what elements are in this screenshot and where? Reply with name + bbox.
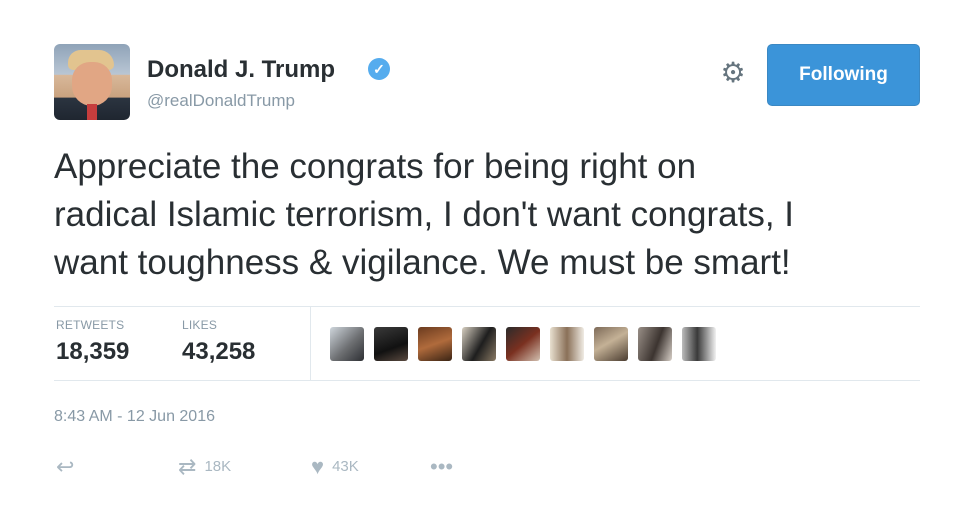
heart-icon: ♥ xyxy=(311,454,325,480)
gear-icon[interactable]: ⚙ xyxy=(718,58,748,88)
tweet-text-line: radical Islamic terrorism, I don't want … xyxy=(54,195,794,234)
reply-icon: ↩ xyxy=(56,454,75,480)
liker-avatar[interactable] xyxy=(594,327,628,361)
more-icon: ••• xyxy=(430,454,454,480)
liker-avatar[interactable] xyxy=(418,327,452,361)
likes-count: 43,258 xyxy=(182,338,256,365)
retweets-count: 18,359 xyxy=(56,338,130,365)
liker-avatar[interactable] xyxy=(506,327,540,361)
liker-avatar[interactable] xyxy=(374,327,408,361)
liker-avatar[interactable] xyxy=(638,327,672,361)
like-button[interactable]: ♥ 43K xyxy=(311,454,359,480)
retweet-count: 18K xyxy=(204,458,232,476)
verified-icon: ✓ xyxy=(368,58,390,80)
divider xyxy=(54,380,920,381)
tweet-text-line: Appreciate the congrats for being right … xyxy=(54,147,697,186)
liker-avatar[interactable] xyxy=(550,327,584,361)
retweets-label: RETWEETS xyxy=(56,318,125,332)
tweet-timestamp[interactable]: 8:43 AM - 12 Jun 2016 xyxy=(54,408,215,426)
reply-button[interactable]: ↩ xyxy=(56,454,74,480)
more-button[interactable]: ••• xyxy=(430,454,453,480)
tweet-text-line: want toughness & vigilance. We must be s… xyxy=(54,243,791,282)
liker-avatar[interactable] xyxy=(330,327,364,361)
liker-avatar[interactable] xyxy=(462,327,496,361)
likes-stat[interactable]: LIKES 43,258 xyxy=(182,318,255,366)
tweet-card: Donald J. Trump ✓ @realDonaldTrump ⚙ Fol… xyxy=(0,0,980,531)
retweets-stat[interactable]: RETWEETS 18,359 xyxy=(56,318,129,366)
divider xyxy=(310,306,311,380)
likes-label: LIKES xyxy=(182,318,218,332)
avatar-tie xyxy=(87,104,97,120)
avatar[interactable] xyxy=(54,44,130,120)
user-handle[interactable]: @realDonaldTrump xyxy=(147,91,295,111)
display-name[interactable]: Donald J. Trump xyxy=(147,56,335,84)
retweet-icon: ⇄ xyxy=(178,454,197,480)
tweet-text: Appreciate the congrats for being right … xyxy=(54,143,934,287)
like-count: 43K xyxy=(332,458,359,476)
liker-avatar[interactable] xyxy=(682,327,716,361)
divider xyxy=(54,306,920,307)
retweet-button[interactable]: ⇄ 18K xyxy=(178,454,231,480)
following-button[interactable]: Following xyxy=(767,44,920,106)
avatar-face xyxy=(72,62,112,106)
